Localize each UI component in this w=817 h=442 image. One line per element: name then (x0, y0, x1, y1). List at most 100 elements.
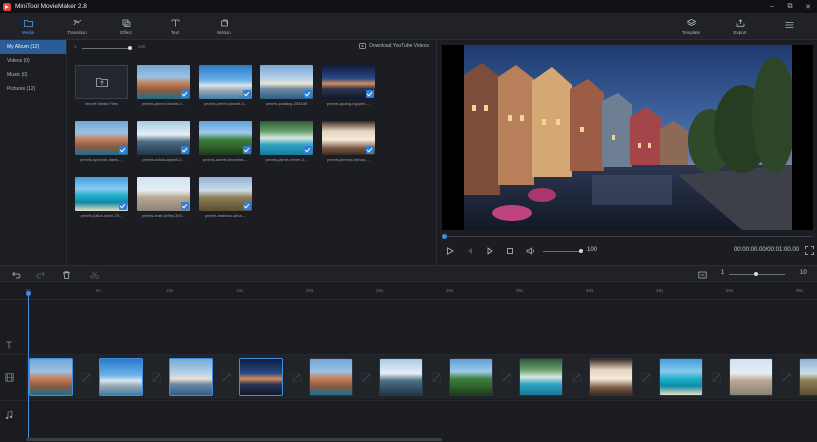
checkmark-icon[interactable] (304, 90, 312, 98)
thumb-zoom-handle[interactable] (128, 46, 132, 50)
export-label: Export (733, 29, 747, 35)
checkmark-icon[interactable] (119, 146, 127, 154)
media-caption: pexels-pierre-blaché-2... (141, 101, 186, 106)
timeline-clip[interactable] (799, 358, 817, 396)
transition-slot-icon[interactable] (82, 373, 91, 382)
checkmark-icon[interactable] (243, 90, 251, 98)
transition-slot-icon[interactable] (642, 373, 651, 382)
volume-handle[interactable] (579, 249, 583, 253)
checkmark-icon[interactable] (181, 146, 189, 154)
download-youtube-label: Download YouTube Videos (369, 43, 429, 49)
timeline-clip[interactable] (309, 358, 353, 396)
fit-timeline-button[interactable] (698, 270, 707, 279)
media-item[interactable]: pexels-quang-nguyen-... (322, 65, 375, 109)
checkmark-icon[interactable] (181, 90, 189, 98)
volume-slider[interactable] (543, 251, 581, 252)
media-item[interactable]: pexels-pierre-blaché-2... (137, 65, 190, 109)
timeline-clip[interactable] (729, 358, 773, 396)
album-videos[interactable]: Videos (0) (0, 54, 66, 68)
timeline-zoom-handle[interactable] (754, 272, 758, 276)
menu-button[interactable] (769, 13, 809, 40)
transition-slot-icon[interactable] (782, 373, 791, 382)
export-button[interactable]: Export (720, 13, 760, 40)
media-item[interactable]: pexels-tobias-bjørkli-2... (137, 121, 190, 165)
transition-slot-icon[interactable] (572, 373, 581, 382)
media-item[interactable]: pexels-spencer-davis-... (75, 121, 128, 165)
media-item[interactable]: pexels-jeremy-bishop-... (322, 121, 375, 165)
tab-transition[interactable]: Transition (57, 13, 97, 40)
template-button[interactable]: Template (671, 13, 711, 40)
previous-frame-button[interactable] (465, 246, 475, 256)
checkmark-icon[interactable] (304, 146, 312, 154)
transition-slot-icon[interactable] (362, 373, 371, 382)
play-button[interactable] (445, 246, 455, 256)
checkmark-icon[interactable] (366, 146, 374, 154)
split-button[interactable] (90, 270, 99, 279)
playback-progress-handle[interactable] (442, 234, 447, 239)
transition-slot-icon[interactable] (712, 373, 721, 382)
thumb-zoom-slider[interactable] (82, 48, 131, 49)
media-item[interactable]: pexels-matteus-silva-... (199, 177, 252, 221)
volume-button[interactable] (525, 246, 535, 256)
timeline-clip[interactable] (449, 358, 493, 396)
tab-media[interactable]: Media (8, 13, 48, 40)
checkmark-icon[interactable] (243, 146, 251, 154)
delete-button[interactable] (62, 270, 71, 279)
media-caption: pexels-jaime-reimer-2... (265, 157, 308, 162)
transition-slot-icon[interactable] (152, 373, 161, 382)
redo-button[interactable] (36, 270, 45, 279)
minimize-button[interactable]: – (763, 0, 781, 13)
time-ruler[interactable]: 0s5s10s15s20s25s30s35s40s45s50s55s (0, 282, 817, 300)
media-caption: pexels-pierre-blaché-3... (203, 101, 248, 106)
media-item[interactable]: pexels-pixabay-258106 (260, 65, 313, 109)
playback-progress-bar[interactable] (442, 236, 813, 237)
checkmark-icon[interactable] (243, 202, 251, 210)
media-caption: pexels-tobias-bjørkli-2... (142, 157, 185, 162)
checkmark-icon[interactable] (119, 202, 127, 210)
media-item[interactable]: pexels-leah-kelley-393... (137, 177, 190, 221)
import-media-tile[interactable]: Import Media Files (75, 65, 128, 109)
close-button[interactable]: ✕ (799, 0, 817, 13)
timeline-clip[interactable] (519, 358, 563, 396)
media-item[interactable]: pexels-jaime-reimer-2... (260, 121, 313, 165)
tab-effect[interactable]: Effect (106, 13, 146, 40)
checkmark-icon[interactable] (366, 90, 374, 98)
tab-text[interactable]: Text (155, 13, 195, 40)
playhead[interactable] (26, 291, 31, 440)
transition-slot-icon[interactable] (292, 373, 301, 382)
import-box[interactable] (75, 65, 128, 99)
stop-button[interactable] (505, 246, 515, 256)
media-caption: pexels-quang-nguyen-... (326, 101, 371, 106)
transition-slot-icon[interactable] (222, 373, 231, 382)
motion-icon (220, 19, 229, 27)
timeline-clip[interactable] (239, 358, 283, 396)
redo-icon (36, 271, 45, 278)
media-item[interactable]: pexels-archie-binamira-... (199, 121, 252, 165)
album-music[interactable]: Music (0) (0, 68, 66, 82)
transition-slot-icon[interactable] (502, 373, 511, 382)
maximize-button[interactable]: ⧉ (781, 0, 799, 13)
checkmark-icon[interactable] (181, 202, 189, 210)
video-track[interactable] (26, 355, 817, 399)
timeline-clip[interactable] (169, 358, 213, 396)
media-caption: pexels-julius-silver-75... (80, 213, 123, 218)
timeline-clip[interactable] (99, 358, 143, 396)
transition-slot-icon[interactable] (432, 373, 441, 382)
fullscreen-button[interactable] (805, 246, 814, 255)
template-label: Template (681, 29, 701, 35)
timeline-clip[interactable] (29, 358, 73, 396)
tab-motion[interactable]: Motion (204, 13, 244, 40)
media-item[interactable]: pexels-pierre-blaché-3... (199, 65, 252, 109)
timeline-clip[interactable] (379, 358, 423, 396)
album-my-album[interactable]: My Album (12) (0, 40, 66, 54)
media-item[interactable]: pexels-julius-silver-75... (75, 177, 128, 221)
timeline-scrollbar[interactable] (26, 438, 442, 441)
media-caption: pexels-matteus-silva-... (204, 213, 247, 218)
undo-button[interactable] (12, 270, 21, 279)
timeline-clip[interactable] (589, 358, 633, 396)
video-player[interactable] (442, 45, 813, 230)
timeline-clip[interactable] (659, 358, 703, 396)
album-pictures[interactable]: Pictures (12) (0, 82, 66, 96)
download-youtube-link[interactable]: Download YouTube Videos (359, 43, 429, 49)
next-frame-button[interactable] (485, 246, 495, 256)
